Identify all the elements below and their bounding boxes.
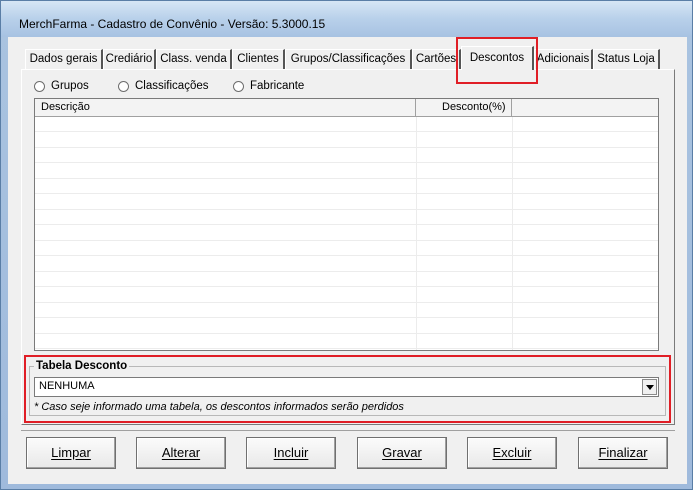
tabela-desconto-value: NENHUMA (39, 380, 95, 392)
window-title: MerchFarma - Cadastro de Convênio - Vers… (19, 17, 326, 31)
radio-classificacoes[interactable]: Classificações (118, 80, 209, 92)
table-row[interactable] (35, 164, 658, 179)
title-bar[interactable]: MerchFarma - Cadastro de Convênio - Vers… (1, 1, 692, 37)
dropdown-button[interactable] (642, 379, 657, 395)
table-row[interactable] (35, 226, 658, 241)
table-row[interactable] (35, 117, 658, 132)
chevron-down-icon (645, 384, 654, 390)
incluir-button[interactable]: Incluir (246, 437, 336, 469)
tab-class-venda[interactable]: Class. venda (156, 49, 232, 69)
radio-grupos[interactable]: Grupos (34, 80, 89, 92)
table-row[interactable] (35, 288, 658, 303)
gravar-button[interactable]: Gravar (357, 437, 447, 469)
filter-radio-group: Grupos Classificações Fabricante (34, 80, 434, 98)
radio-fabricante[interactable]: Fabricante (233, 80, 304, 92)
column-header-descricao[interactable]: Descrição (35, 99, 416, 116)
grid-header: Descrição Desconto(%) (35, 99, 658, 117)
excluir-button[interactable]: Excluir (467, 437, 557, 469)
tabela-desconto-select[interactable]: NENHUMA (34, 377, 659, 397)
tab-descontos[interactable]: Descontos (461, 46, 534, 70)
table-row[interactable] (35, 179, 658, 194)
radio-circle-icon (34, 80, 45, 92)
table-row[interactable] (35, 319, 658, 334)
table-row[interactable] (35, 241, 658, 256)
radio-circle-icon (118, 80, 129, 92)
tab-cartoes[interactable]: Cartões (412, 49, 461, 69)
table-row[interactable] (35, 195, 658, 210)
table-row[interactable] (35, 210, 658, 225)
table-row[interactable] (35, 303, 658, 318)
table-row[interactable] (35, 148, 658, 163)
tab-status-loja[interactable]: Status Loja (593, 49, 660, 69)
grid-body[interactable] (35, 117, 658, 350)
tabela-desconto-note: * Caso seje informado uma tabela, os des… (34, 401, 404, 413)
descontos-grid[interactable]: Descrição Desconto(%) (34, 98, 659, 351)
column-header-desconto[interactable]: Desconto(%) (416, 99, 512, 116)
table-row[interactable] (35, 272, 658, 287)
tab-dados-gerais[interactable]: Dados gerais (25, 49, 103, 69)
finalizar-button[interactable]: Finalizar (578, 437, 668, 469)
tab-grupos-classificacoes[interactable]: Grupos/Classificações (285, 49, 412, 69)
table-row[interactable] (35, 133, 658, 148)
alterar-button[interactable]: Alterar (136, 437, 226, 469)
radio-circle-icon (233, 80, 244, 92)
table-row[interactable] (35, 334, 658, 349)
tab-clientes[interactable]: Clientes (232, 49, 285, 69)
tab-crediario[interactable]: Crediário (103, 49, 156, 69)
table-row[interactable] (35, 257, 658, 272)
tab-strip: Dados gerais Crediário Class. venda Clie… (16, 46, 676, 70)
button-bar (21, 430, 675, 476)
tab-adicionais[interactable]: Adicionais (534, 49, 593, 69)
tabela-desconto-legend: Tabela Desconto (34, 360, 130, 372)
limpar-button[interactable]: Limpar (26, 437, 116, 469)
